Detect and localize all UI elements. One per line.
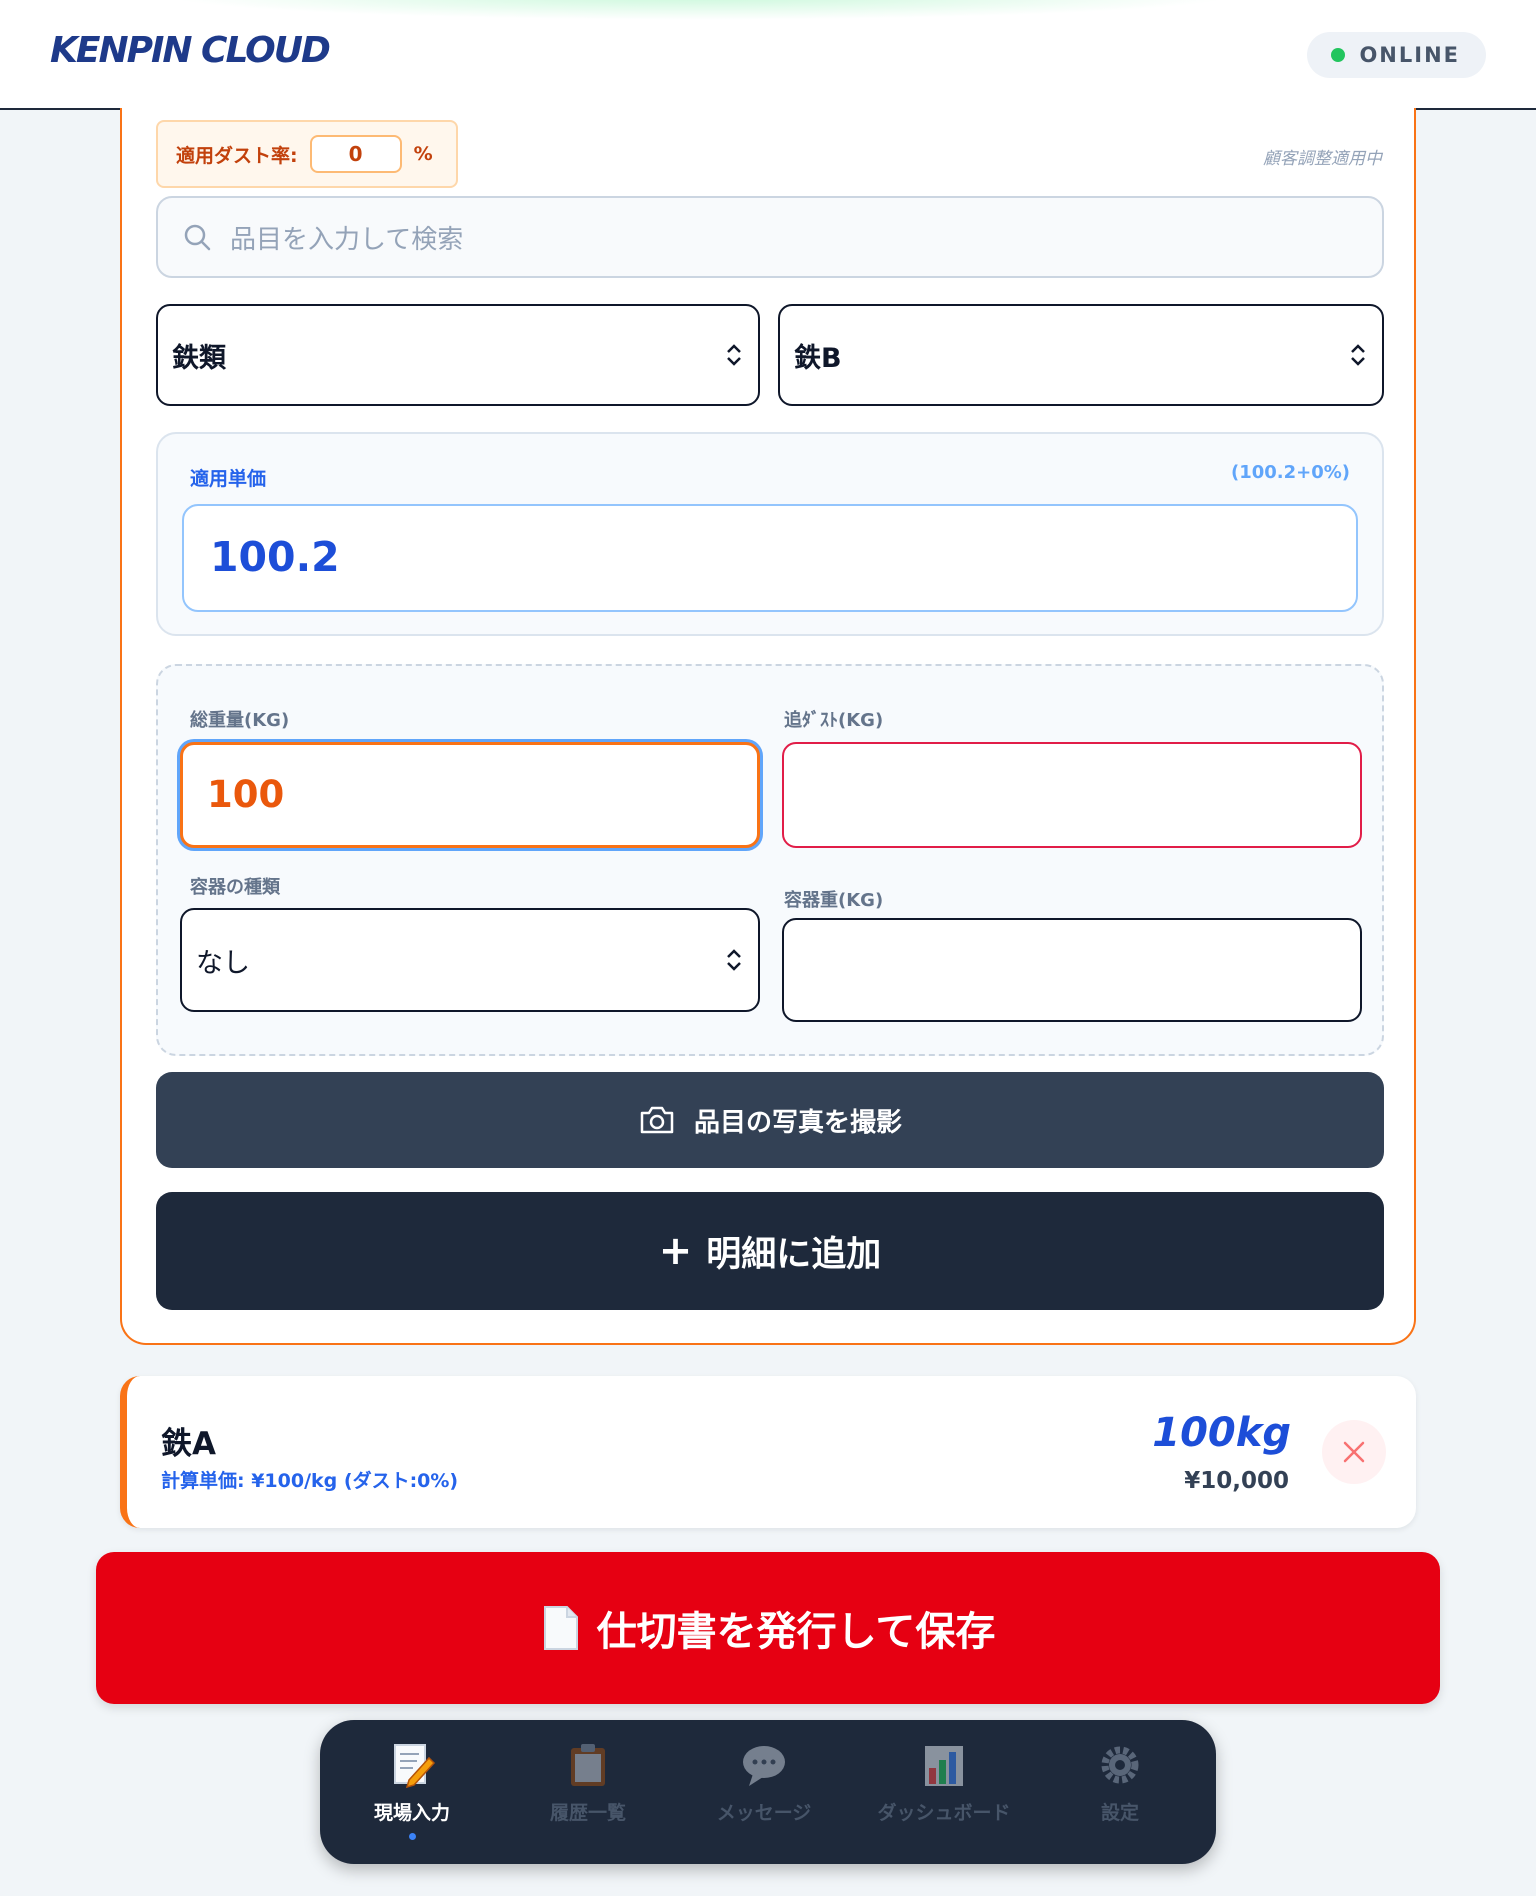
container-type-value: なし <box>196 947 250 979</box>
item-select-value: 鉄B <box>794 342 842 374</box>
online-dot-icon <box>1331 48 1346 62</box>
dust-rate-unit: % <box>413 143 433 165</box>
online-status-label: ONLINE <box>1359 43 1460 67</box>
plus-icon: + <box>658 1228 693 1274</box>
speech-bubble-icon <box>743 1746 785 1786</box>
extra-dust-label: 追ﾀﾞｽﾄ(KG) <box>784 710 884 731</box>
entry-form-card: 適用ダスト率: 0 % 顧客調整適用中 品目を入力して検索 鉄類 鉄B 適用単価… <box>120 108 1416 1345</box>
search-placeholder: 品目を入力して検索 <box>230 224 464 255</box>
nav-item-settings[interactable]: 設定 <box>1032 1740 1208 1850</box>
unit-price-input[interactable]: 100.2 <box>182 504 1358 612</box>
clipboard-icon <box>571 1744 605 1786</box>
chevron-updown-icon <box>727 949 741 971</box>
take-photo-button[interactable]: 品目の写真を撮影 <box>156 1072 1384 1168</box>
container-weight-input[interactable] <box>782 918 1362 1022</box>
nav-item-field-entry[interactable]: 現場入力 <box>324 1740 500 1850</box>
camera-icon <box>640 1106 674 1134</box>
gross-weight-input[interactable]: 100 <box>180 742 760 848</box>
unit-price-panel: 適用単価 (100.2+0%) 100.2 <box>156 432 1384 636</box>
header-glow <box>160 0 1240 20</box>
app-logo: KENPIN CLOUD <box>50 30 331 71</box>
item-search-input[interactable]: 品目を入力して検索 <box>156 196 1384 278</box>
take-photo-label: 品目の写真を撮影 <box>693 1107 902 1138</box>
category-select[interactable]: 鉄類 <box>156 304 760 406</box>
nav-label-settings: 設定 <box>1100 1802 1139 1824</box>
memo-pencil-icon <box>394 1744 436 1789</box>
nav-label-field-entry: 現場入力 <box>373 1802 450 1824</box>
item-select[interactable]: 鉄B <box>778 304 1384 406</box>
bottom-nav: 現場入力 履歴一覧 メッセージ ダッシュボード 設定 <box>320 1720 1216 1864</box>
nav-item-dashboard[interactable]: ダッシュボード <box>856 1740 1032 1850</box>
container-type-label: 容器の種類 <box>190 877 280 898</box>
issue-and-save-button[interactable]: 仕切書を発行して保存 <box>96 1552 1440 1704</box>
unit-price-label: 適用単価 <box>190 468 267 490</box>
active-indicator <box>408 1833 416 1840</box>
close-icon <box>1343 1441 1365 1463</box>
dust-rate-label: 適用ダスト率: <box>176 144 298 167</box>
add-line-button[interactable]: + 明細に追加 <box>156 1192 1384 1310</box>
issue-and-save-label: 仕切書を発行して保存 <box>596 1609 996 1655</box>
app-header: KENPIN CLOUD ONLINE <box>0 0 1536 110</box>
bar-chart-icon <box>925 1746 963 1786</box>
gear-icon <box>1101 1746 1139 1784</box>
search-icon <box>184 224 211 251</box>
weight-panel: 総重量(KG) 100 追ﾀﾞｽﾄ(KG) 容器の種類 なし 容器重(KG) <box>156 664 1384 1056</box>
nav-label-history: 履歴一覧 <box>549 1802 626 1824</box>
nav-label-messages: メッセージ <box>716 1802 812 1824</box>
chevron-updown-icon <box>727 344 741 366</box>
customer-adjust-note: 顧客調整適用中 <box>1263 149 1382 169</box>
container-type-select[interactable]: なし <box>180 908 760 1012</box>
line-item-name: 鉄A <box>161 1426 216 1462</box>
chevron-updown-icon <box>1351 344 1365 366</box>
line-item-detail: 計算単価: ¥100/kg (ダスト:0%) <box>161 1470 459 1492</box>
gross-weight-label: 総重量(KG) <box>190 710 290 731</box>
container-weight-label: 容器重(KG) <box>784 890 884 911</box>
add-line-label: 明細に追加 <box>706 1234 882 1275</box>
online-status-badge: ONLINE <box>1307 32 1486 78</box>
nav-label-dashboard: ダッシュボード <box>877 1802 1011 1824</box>
nav-item-history[interactable]: 履歴一覧 <box>500 1740 676 1850</box>
category-select-value: 鉄類 <box>172 342 226 374</box>
document-icon <box>543 1606 578 1650</box>
dust-rate-input[interactable]: 0 <box>309 135 402 173</box>
line-item-amount: ¥10,000 <box>1184 1468 1289 1494</box>
line-item-weight: 100kg <box>1152 1410 1291 1456</box>
delete-line-button[interactable] <box>1322 1420 1386 1484</box>
extra-dust-input[interactable] <box>782 742 1362 848</box>
line-item: 鉄A 計算単価: ¥100/kg (ダスト:0%) 100kg ¥10,000 <box>120 1376 1416 1528</box>
nav-item-messages[interactable]: メッセージ <box>676 1740 852 1850</box>
dust-rate-box: 適用ダスト率: 0 % <box>156 120 458 188</box>
unit-price-formula: (100.2+0%) <box>1230 462 1350 483</box>
